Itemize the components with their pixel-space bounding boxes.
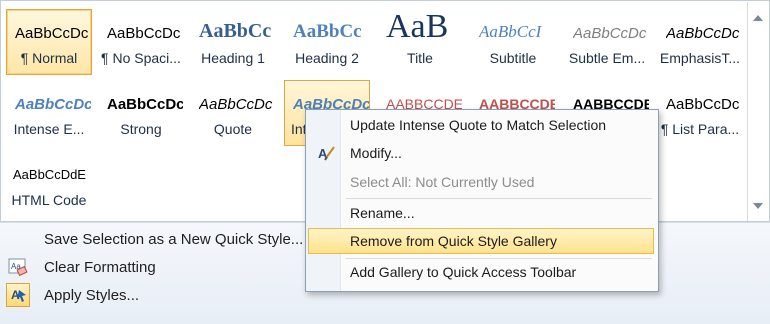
triangle-down-icon — [753, 203, 763, 209]
clear-formatting-icon: Aa — [6, 255, 30, 279]
menu-item-label: Modify... — [350, 145, 402, 161]
menu-item-label: Remove from Quick Style Gallery — [350, 233, 557, 249]
style-preview: AaBbCcDdE — [13, 167, 86, 182]
style-label: Quote — [213, 121, 253, 137]
apply-styles-icon: A — [6, 283, 30, 307]
style-label: Subtle Em... — [568, 50, 646, 66]
style-quote[interactable]: AaBbCcDc Quote — [190, 80, 276, 146]
style-no-spacing[interactable]: AaBbCcDc ¶ No Spaci... — [98, 9, 184, 75]
style-preview: AaBbCcI — [479, 22, 542, 41]
menu-separator — [346, 198, 652, 199]
style-label: ¶ List Para... — [660, 121, 740, 137]
apply-styles[interactable]: A Apply Styles... — [6, 283, 316, 307]
style-heading-1[interactable]: AaBbCc Heading 1 — [190, 9, 276, 75]
scroll-down-button[interactable] — [748, 196, 768, 216]
menu-add-gallery-to-qat[interactable]: Add Gallery to Quick Access Toolbar — [308, 259, 654, 285]
style-label: Title — [407, 50, 433, 66]
blank-icon — [6, 227, 30, 251]
scroll-up-button[interactable] — [748, 8, 768, 28]
style-context-menu: Update Intense Quote to Match Selection … — [305, 109, 659, 292]
modify-style-icon: A — [318, 144, 336, 162]
footer-label: Clear Formatting — [44, 258, 156, 276]
style-strong[interactable]: AaBbCcDc Strong — [98, 80, 184, 146]
save-selection-as-quick-style[interactable]: Save Selection as a New Quick Style... — [6, 227, 316, 251]
style-preview: AaBbCcDc — [15, 96, 91, 113]
menu-item-label: Rename... — [350, 205, 415, 221]
style-preview: AaBbCcDc — [666, 96, 740, 113]
style-preview: AaBbCcDc — [107, 96, 183, 113]
menu-item-label: Add Gallery to Quick Access Toolbar — [350, 264, 577, 280]
style-list-paragraph[interactable]: AaBbCcDc ¶ List Para... — [657, 80, 743, 146]
style-preview: AaBbCcDc — [573, 25, 647, 42]
clear-formatting[interactable]: Aa Clear Formatting — [6, 255, 316, 279]
footer-label: Save Selection as a New Quick Style... — [44, 230, 304, 248]
menu-item-label: Update Intense Quote to Match Selection — [350, 117, 607, 133]
style-label: Intense E... — [13, 121, 85, 137]
style-label: Subtitle — [489, 50, 537, 66]
style-label: Heading 2 — [295, 50, 359, 66]
style-heading-2[interactable]: AaBbCc Heading 2 — [284, 9, 370, 75]
menu-modify[interactable]: A Modify... — [308, 140, 654, 166]
style-label: Heading 1 — [201, 50, 265, 66]
style-preview: AaBbCcDc — [107, 25, 181, 42]
menu-remove-from-gallery[interactable]: Remove from Quick Style Gallery — [308, 228, 654, 254]
style-intense-emphasis[interactable]: AaBbCcDc Intense E... — [6, 80, 92, 146]
style-label: HTML Code — [11, 192, 87, 208]
style-subtitle[interactable]: AaBbCcI Subtitle — [470, 9, 556, 75]
style-label: EmphasisT... — [659, 50, 741, 66]
style-preview: AaBbCc — [199, 20, 272, 42]
style-label: Strong — [120, 121, 162, 137]
menu-update-to-match-selection[interactable]: Update Intense Quote to Match Selection — [308, 112, 654, 138]
style-preview: AaB — [386, 9, 449, 45]
gallery-scrollbar[interactable] — [747, 2, 768, 221]
style-preview: AaBbCcDc — [199, 96, 273, 113]
style-normal[interactable]: AaBbCcDc ¶ Normal — [6, 9, 92, 75]
style-html-code[interactable]: AaBbCcDdE HTML Code — [6, 151, 92, 217]
style-preview: AaBbCcDc — [666, 25, 740, 42]
menu-select-all: Select All: Not Currently Used — [308, 169, 654, 195]
style-title[interactable]: AaB Title — [377, 9, 463, 75]
style-preview: AaBbCcDc — [15, 25, 89, 42]
style-label: ¶ No Spaci... — [101, 50, 181, 66]
style-subtle-emphasis[interactable]: AaBbCcDc Subtle Em... — [564, 9, 650, 75]
menu-rename[interactable]: Rename... — [308, 200, 654, 226]
style-label: ¶ Normal — [20, 50, 78, 66]
footer-label: Apply Styles... — [44, 286, 140, 304]
style-emphasis[interactable]: AaBbCcDc EmphasisT... — [657, 9, 743, 75]
style-preview: AaBbCc — [293, 21, 362, 42]
menu-item-label: Select All: Not Currently Used — [350, 174, 535, 190]
triangle-up-icon — [753, 15, 763, 21]
